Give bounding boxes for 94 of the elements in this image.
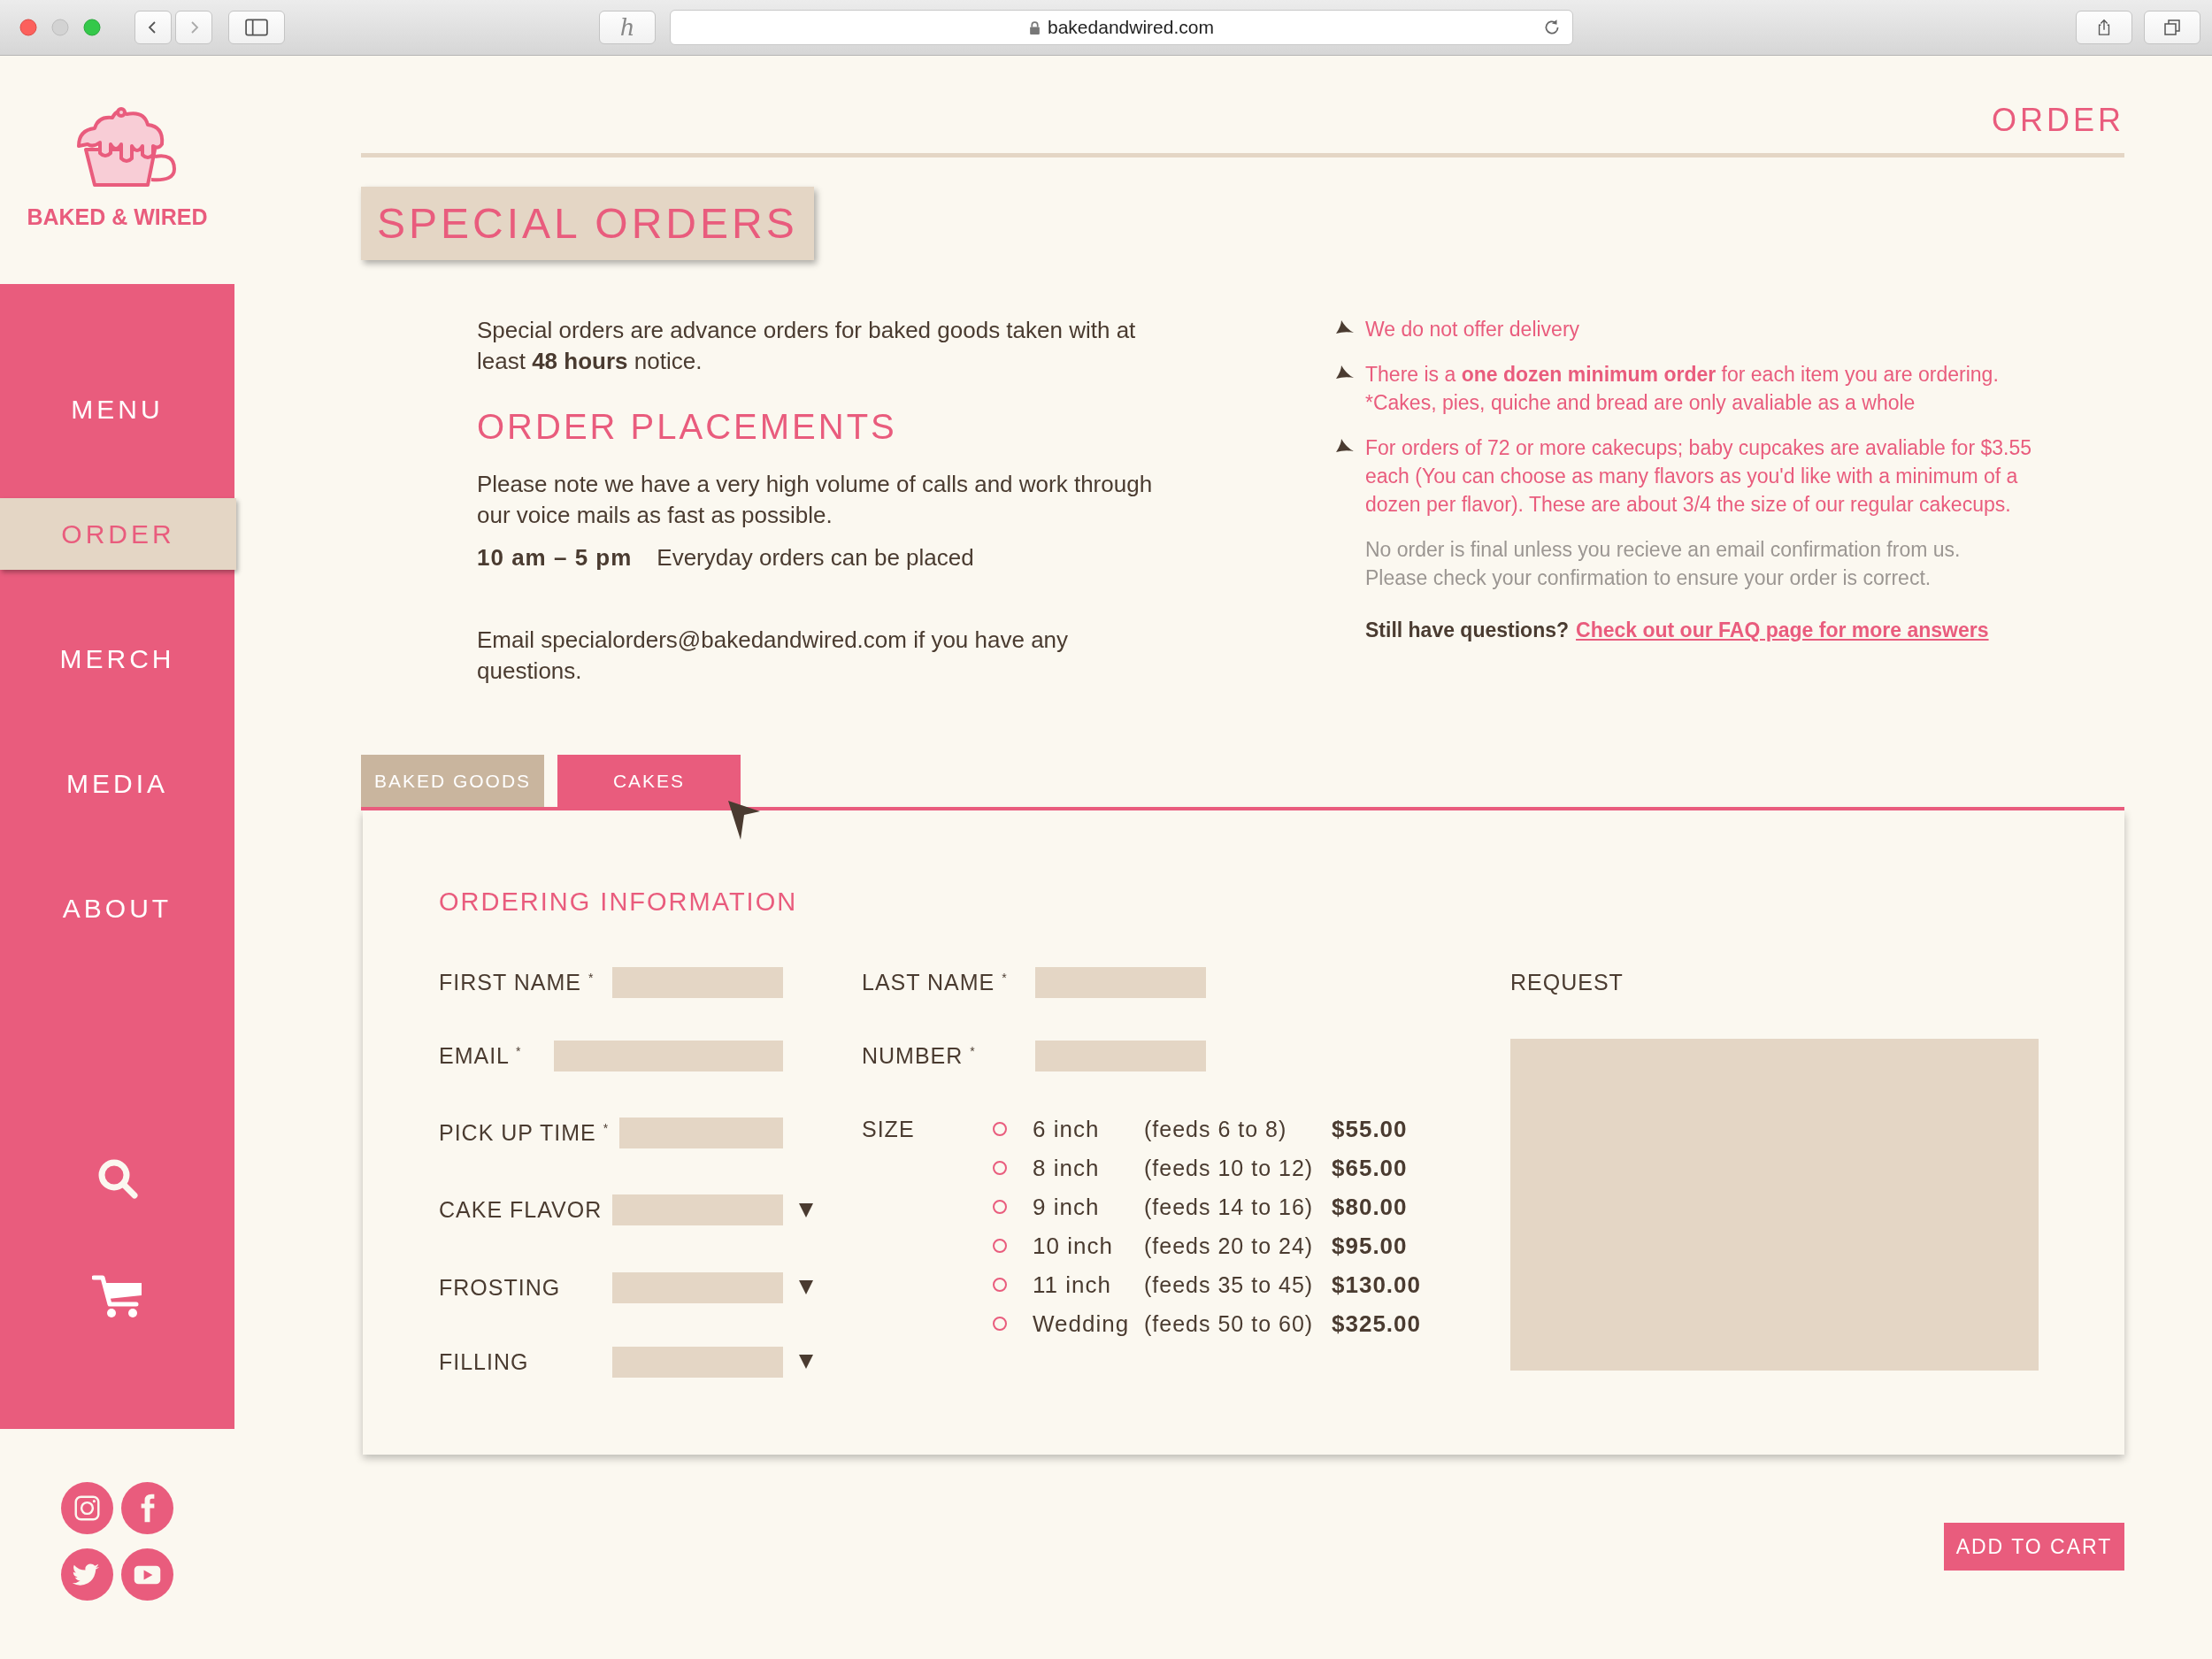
price-text: $65.00 bbox=[1332, 1154, 1409, 1182]
size-text: 6 inch bbox=[1033, 1115, 1101, 1143]
nav-item[interactable]: MERCH bbox=[0, 623, 234, 695]
close-icon[interactable] bbox=[19, 19, 37, 36]
input-field[interactable] bbox=[619, 1117, 783, 1148]
field-label: SIZE bbox=[862, 1116, 916, 1143]
dropdown-field[interactable] bbox=[612, 1271, 783, 1303]
forward-button[interactable] bbox=[175, 11, 212, 44]
minimize-icon bbox=[51, 19, 69, 36]
page-title: SPECIAL ORDERS bbox=[361, 187, 814, 260]
share-button[interactable] bbox=[2076, 11, 2132, 44]
question-text: Still have questions? bbox=[1365, 618, 1570, 643]
price-text: $80.00 bbox=[1332, 1193, 1409, 1221]
radio-button[interactable] bbox=[993, 1239, 1007, 1253]
nav-item[interactable]: ORDER bbox=[0, 498, 236, 570]
caret-icon[interactable] bbox=[798, 1354, 814, 1370]
tab[interactable]: BAKED GOODS bbox=[361, 755, 544, 807]
tabs-button[interactable] bbox=[2144, 11, 2200, 44]
price-text: $95.00 bbox=[1332, 1232, 1409, 1260]
size-text: 9 inch bbox=[1033, 1193, 1101, 1221]
radio-button[interactable] bbox=[993, 1161, 1007, 1175]
input-field[interactable] bbox=[1035, 1040, 1206, 1071]
disclaimer-text: Please check your confirmation to ensure your order is correct. bbox=[1365, 565, 1932, 591]
field-label: REQUEST bbox=[1510, 969, 1624, 995]
size-text: Wedding bbox=[1033, 1310, 1131, 1338]
input-field[interactable] bbox=[1035, 966, 1206, 998]
disclaimer-text: No order is final unless you recieve an email confirmation from us. bbox=[1365, 537, 1962, 563]
price-text: $55.00 bbox=[1332, 1115, 1409, 1143]
url-text: bakedandwired.com bbox=[1048, 17, 1214, 38]
back-button[interactable] bbox=[134, 11, 172, 44]
notice-text: For orders of 72 or more cakecups; baby cupcakes are avaliable for $3.55 each (You can choose as many flavors as you'd like with a minimum of a dozen per flavor). These are about 3/4 the size of our regular cakecups. bbox=[1365, 435, 2032, 518]
price-text: $325.00 bbox=[1332, 1310, 1421, 1338]
request-field[interactable] bbox=[1510, 1039, 2039, 1371]
feeds-text: (feeds 20 to 24) bbox=[1144, 1233, 1315, 1259]
feeds-text: (feeds 14 to 16) bbox=[1144, 1194, 1315, 1220]
hours-note: Everyday orders can be placed bbox=[657, 543, 974, 572]
add-to-cart-button[interactable]: ADD TO CART bbox=[1944, 1523, 2124, 1571]
form-heading: ORDERING INFORMATION bbox=[439, 887, 799, 917]
dropdown-field[interactable] bbox=[612, 1194, 783, 1225]
section-heading: ORDER PLACEMENTS bbox=[477, 406, 898, 448]
sidebar-icon[interactable] bbox=[245, 19, 268, 36]
extension-button[interactable]: h bbox=[599, 11, 656, 44]
youtube-icon[interactable] bbox=[121, 1548, 173, 1601]
field-label: LAST NAME $^{*}$ bbox=[862, 969, 1009, 995]
nav-item[interactable]: ABOUT bbox=[0, 872, 234, 944]
caret-icon[interactable] bbox=[798, 1202, 814, 1218]
instagram-icon[interactable] bbox=[61, 1482, 113, 1534]
radio-button[interactable] bbox=[993, 1122, 1007, 1136]
radio-button[interactable] bbox=[993, 1278, 1007, 1292]
faq-link[interactable]: Check out our FAQ page for more answers bbox=[1576, 616, 1989, 644]
section-title: ORDER bbox=[1992, 102, 2124, 139]
input-field[interactable] bbox=[612, 966, 783, 998]
arrow-bullet-icon bbox=[1336, 320, 1354, 334]
field-label: CAKE FLAVOR bbox=[439, 1197, 603, 1223]
field-label: FILLING bbox=[439, 1348, 530, 1375]
field-label: FROSTING bbox=[439, 1274, 562, 1301]
field-label: FIRST NAME $^{*}$ bbox=[439, 969, 595, 995]
notice-text: We do not offer delivery bbox=[1365, 317, 1580, 342]
cart-icon[interactable] bbox=[91, 1274, 143, 1318]
facebook-icon[interactable] bbox=[121, 1482, 173, 1534]
caret-icon[interactable] bbox=[798, 1279, 814, 1295]
tab[interactable]: CAKES bbox=[557, 755, 741, 807]
dropdown-field[interactable] bbox=[612, 1346, 783, 1378]
field-label: NUMBER $^{*}$ bbox=[862, 1042, 977, 1069]
arrow-bullet-icon bbox=[1336, 365, 1354, 380]
field-label: EMAIL $^{*}$ bbox=[439, 1042, 523, 1069]
intro-text: Special orders are advance orders for baked goods taken with at least 48 hours notice. bbox=[477, 316, 1137, 376]
nav-item[interactable]: MEDIA bbox=[0, 748, 234, 819]
lock-icon bbox=[1029, 20, 1041, 35]
email-note: Email specialorders@bakedandwired.com if you have any questions. bbox=[477, 626, 1070, 686]
size-text: 11 inch bbox=[1033, 1271, 1112, 1299]
feeds-text: (feeds 50 to 60) bbox=[1144, 1310, 1315, 1337]
field-label: PICK UP TIME $^{*}$ bbox=[439, 1119, 610, 1146]
address-bar[interactable]: bakedandwired.com bbox=[670, 10, 1573, 45]
feeds-text: (feeds 10 to 12) bbox=[1144, 1155, 1315, 1181]
sidebar-button[interactable] bbox=[228, 11, 285, 44]
nav-item[interactable]: MENU bbox=[0, 373, 234, 445]
radio-button[interactable] bbox=[993, 1317, 1007, 1331]
hours-text: 10 am – 5 pm bbox=[477, 543, 633, 572]
notice-text: *Cakes, pies, quiche and bread are only avaliable as a whole bbox=[1365, 390, 1916, 416]
input-field[interactable] bbox=[554, 1040, 783, 1071]
feeds-text: (feeds 35 to 45) bbox=[1144, 1271, 1315, 1298]
zoom-icon[interactable] bbox=[83, 19, 101, 36]
size-text: 10 inch bbox=[1033, 1232, 1114, 1260]
note-text: Please note we have a very high volume of calls and work through our voice mails as fast as possible. bbox=[477, 470, 1154, 530]
notice-text: There is a one dozen minimum order for each item you are ordering. bbox=[1365, 362, 1999, 388]
twitter-icon[interactable] bbox=[61, 1548, 113, 1601]
feeds-text: (feeds 6 to 8) bbox=[1144, 1116, 1288, 1142]
tabs-icon[interactable] bbox=[2163, 19, 2181, 36]
size-text: 8 inch bbox=[1033, 1154, 1101, 1182]
price-text: $130.00 bbox=[1332, 1271, 1421, 1299]
arrow-bullet-icon bbox=[1336, 439, 1354, 453]
radio-button[interactable] bbox=[993, 1200, 1007, 1214]
logo-text[interactable]: BAKED & WIRED bbox=[27, 204, 208, 230]
